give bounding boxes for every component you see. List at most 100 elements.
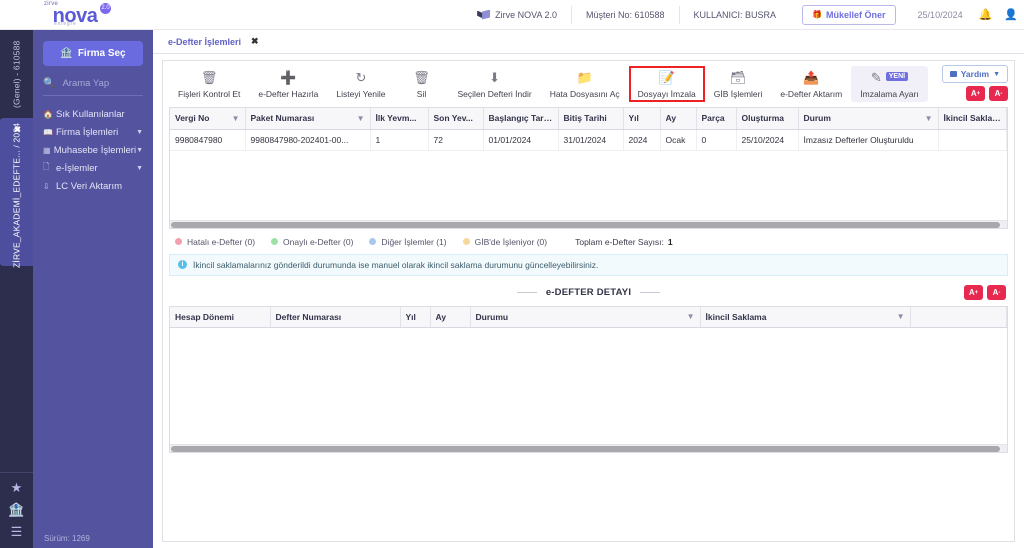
sidebar-item-muhasebe-islemleri[interactable]: ▦ Muhasebe İşlemleri ▼ xyxy=(33,141,153,159)
bank-icon[interactable]: 🏦 xyxy=(8,503,24,516)
menu-icon[interactable]: ☰ xyxy=(11,525,23,538)
tool-label: Sil xyxy=(416,89,427,99)
signature-icon: ✎ xyxy=(870,70,882,85)
col-son-yevmiye[interactable]: Son Yev... xyxy=(428,108,484,130)
sidebar-item-lc-veri-aktarim[interactable]: ⇩ LC Veri Aktarım xyxy=(33,177,153,195)
col-bitis-tarihi[interactable]: Bitiş Tarihi xyxy=(558,108,624,130)
col-olusturma[interactable]: Oluşturma xyxy=(736,108,799,130)
current-user: KULLANICI: BUSRA xyxy=(693,9,777,20)
close-icon[interactable]: ✖ xyxy=(251,36,259,47)
filter-icon[interactable]: ▼ xyxy=(687,312,695,321)
sidebar-search[interactable]: 🔍 xyxy=(43,78,143,96)
bell-icon[interactable]: 🔔 xyxy=(973,8,999,21)
tool-listeyi-yenile[interactable]: ↻ Listeyi Yenile xyxy=(327,66,394,102)
yardim-button[interactable]: Yardım ▼ xyxy=(941,65,1008,83)
col-ay[interactable]: Ay xyxy=(430,306,471,328)
col-label: Son Yev... xyxy=(433,113,473,124)
tool-sil[interactable]: 🗑 Sil xyxy=(395,66,449,102)
rail-tab-general[interactable]: (Genel) - 610588 xyxy=(0,36,33,112)
tool-label: GİB İşlemleri xyxy=(713,89,763,99)
tool-secilen-defteri-indir[interactable]: ⬇ Seçilen Defteri İndir xyxy=(449,66,541,102)
scrollbar-thumb[interactable] xyxy=(171,221,1000,228)
detail-grid-horizontal-scrollbar[interactable] xyxy=(170,444,1007,452)
status-dot xyxy=(462,238,470,245)
product-name: Zirve NOVA 2.0 xyxy=(463,5,572,24)
firma-sec-button[interactable]: 🏦 Firma Seç xyxy=(43,41,143,66)
col-ay[interactable]: Ay xyxy=(660,108,697,130)
col-label: İkincil Saklama xyxy=(705,311,767,322)
col-yil[interactable]: Yıl xyxy=(623,108,661,130)
col-parca[interactable]: Parça xyxy=(696,108,737,130)
filter-icon[interactable]: ▼ xyxy=(357,114,365,123)
chevron-down-icon: ▼ xyxy=(993,70,1000,78)
detail-grid-empty-area xyxy=(170,328,1007,444)
col-label: Parça xyxy=(701,113,725,124)
col-ikincil-saklama[interactable]: İkincil Saklama ▼ xyxy=(700,306,911,328)
table-row[interactable]: 9980847980 9980847980-202401-00... 1 72 … xyxy=(170,129,1007,151)
tool-gib-islemleri[interactable]: 🗃 GİB İşlemleri xyxy=(705,66,772,102)
tab-e-defter-islemleri[interactable]: e-Defter İşlemleri ✖ xyxy=(168,36,259,47)
cell-parca: 0 xyxy=(696,129,737,151)
col-label: Durumu xyxy=(475,311,509,322)
sidebar-item-label: Muhasebe İşlemleri xyxy=(53,144,137,156)
tool-label: Dosyayı İmzala xyxy=(637,89,696,99)
cell-olusturma: 25/10/2024 xyxy=(736,129,799,151)
col-durum[interactable]: Durum ▼ xyxy=(798,108,939,130)
legend-item-gibde-isleniyor: GİB'de İşleniyor (0) xyxy=(462,236,548,247)
col-hesap-donemi[interactable]: Hesap Dönemi xyxy=(170,306,271,328)
download-icon: ⇩ xyxy=(43,181,50,191)
detail-font-increase-button[interactable]: A + xyxy=(964,285,983,300)
col-yil[interactable]: Yıl xyxy=(400,306,431,328)
rail-tab-active-company[interactable]: ZİRVE_AKADEMİ_EDEFTE... / 2024 ✖ xyxy=(0,118,33,268)
sidebar-item-e-islemler[interactable]: 🗋 e-İşlemler ▼ xyxy=(33,159,153,177)
product-name-label: Zirve NOVA 2.0 xyxy=(495,9,557,20)
tool-dosyayi-imzala[interactable]: 📝 Dosyayı İmzala xyxy=(628,66,705,102)
grid-horizontal-scrollbar[interactable] xyxy=(170,219,1007,228)
tool-e-defter-hazirla[interactable]: ➕ e-Defter Hazırla xyxy=(249,66,327,102)
top-bar: zirve nova 2.0 entegre Zirve NOVA 2.0 Mü… xyxy=(0,0,1024,30)
close-icon[interactable]: ✖ xyxy=(12,123,22,133)
col-label: Ay xyxy=(665,113,677,124)
scrollbar-thumb[interactable] xyxy=(171,446,1000,452)
legend-label: Onaylı e-Defter (0) xyxy=(283,236,354,247)
app-logo: zirve nova 2.0 entegre xyxy=(0,0,150,30)
tool-e-defter-aktarim[interactable]: 📤 e-Defter Aktarım xyxy=(771,66,851,102)
font-increase-button[interactable]: A + xyxy=(966,86,985,101)
col-label: Hesap Dönemi xyxy=(175,311,235,322)
company-rail: (Genel) - 610588 ZİRVE_AKADEMİ_EDEFTE...… xyxy=(0,30,33,548)
col-ikincil-saklama[interactable]: İkincil Saklama xyxy=(938,108,1007,130)
col-ilk-yevmiye[interactable]: İlk Yevm... xyxy=(370,108,429,130)
legend-label: GİB'de İşleniyor (0) xyxy=(474,236,548,247)
col-defter-numarasi[interactable]: Defter Numarası xyxy=(270,306,401,328)
star-icon[interactable]: ★ xyxy=(11,481,23,494)
folder-icon: 📁 xyxy=(576,70,593,85)
tool-hata-dosyasini-ac[interactable]: 📁 Hata Dosyasını Aç xyxy=(541,66,629,102)
tool-label: e-Defter Aktarım xyxy=(780,89,843,99)
tab-label: e-Defter İşlemleri xyxy=(168,36,242,47)
book-icon: 📖 xyxy=(43,127,53,137)
sidebar-item-firma-islemleri[interactable]: 📖 Firma İşlemleri ▼ xyxy=(33,123,153,141)
cell-bitis-tarihi: 31/01/2024 xyxy=(558,129,624,151)
col-paket-numarasi[interactable]: Paket Numarası ▼ xyxy=(245,108,371,130)
filter-icon[interactable]: ▼ xyxy=(925,114,933,123)
detail-font-decrease-button[interactable]: A- xyxy=(987,285,1006,300)
trash-icon: 🗑 xyxy=(413,70,430,85)
tool-fisleri-kontrol-et[interactable]: 🗑 Fişleri Kontrol Et xyxy=(169,66,249,102)
font-decrease-button[interactable]: A- xyxy=(989,86,1008,101)
filter-icon[interactable]: ▼ xyxy=(232,114,240,123)
bank-icon: 🏦 xyxy=(60,48,73,59)
legend-item-diger: Diğer İşlemler (1) xyxy=(369,237,447,247)
mukellef-oner-button[interactable]: 🎁 Mükellef Öner xyxy=(802,4,896,25)
col-vergi-no[interactable]: Vergi No ▼ xyxy=(170,108,246,130)
e-defter-list-grid: Vergi No ▼ Paket Numarası ▼ İlk Yevm... So… xyxy=(169,107,1008,229)
user-icon[interactable]: 👤 xyxy=(998,8,1024,21)
sidebar: 🏦 Firma Seç 🔍 🏠 Sık Kullanılanlar 📖 Firm… xyxy=(33,30,153,548)
col-durumu[interactable]: Durumu ▼ xyxy=(470,306,701,328)
col-baslangic-tarihi[interactable]: Başlangıç Tarihi xyxy=(483,108,559,130)
sidebar-item-sik-kullanilanlar[interactable]: 🏠 Sık Kullanılanlar xyxy=(33,105,153,123)
filter-icon[interactable]: ▼ xyxy=(897,312,905,321)
col-blank[interactable] xyxy=(910,306,1007,328)
sidebar-item-label: e-İşlemler xyxy=(56,162,98,174)
tool-imzalama-ayari[interactable]: ✎ YENİ İmzalama Ayarı xyxy=(851,66,928,102)
search-input[interactable] xyxy=(62,78,139,89)
